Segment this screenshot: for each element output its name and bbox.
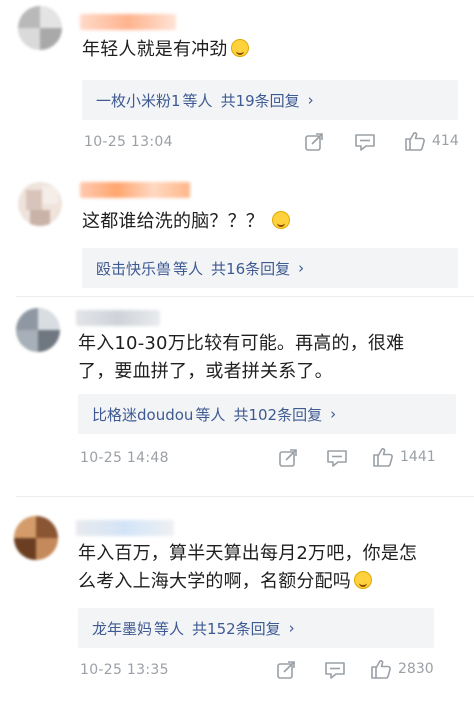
smile-emoji-icon [230,39,249,57]
comment-text: 年轻人就是有冲劲 [82,36,249,64]
like-count: 414 [432,133,459,149]
timestamp: 10-25 13:35 [80,662,169,678]
comment-text: 这都谁给洗的脑？？？ [82,208,290,236]
share-button[interactable] [276,660,296,680]
comment-item: 年轻人就是有冲劲 一枚小米粉1 等人 共19条回复 › 10-25 13:04 414 [0,0,474,166]
replies-preview[interactable]: 殴击快乐兽 等人 共16条回复 › [82,248,458,288]
share-button[interactable] [304,132,324,152]
divider [16,496,474,497]
timestamp: 10-25 14:48 [80,450,169,466]
comment-button[interactable] [324,660,346,680]
like-button[interactable]: 2830 [370,658,434,680]
username-blurred[interactable] [80,182,190,198]
share-icon [279,449,297,467]
replies-preview[interactable]: 龙年墨妈 等人 共152条回复 › [78,608,434,648]
comment-text: 年入10-30万比较有可能。再高的，很难 了，要血拼了，或者拼关系了。 [78,333,405,382]
comment-item: 年入10-30万比较有可能。再高的，很难 了，要血拼了，或者拼关系了。 比格迷d… [0,298,474,498]
chevron-right-icon: › [307,91,314,109]
share-icon [305,133,323,151]
timestamp: 10-25 13:04 [84,134,173,150]
laugh-cry-emoji-icon [272,211,290,229]
replies-preview[interactable]: 一枚小米粉1 等人 共19条回复 › [82,80,458,120]
avatar[interactable] [18,182,62,226]
divider [16,296,474,297]
chevron-right-icon: › [330,405,337,423]
like-count: 1441 [400,449,436,465]
avatar[interactable] [18,6,62,50]
comment-item: 年入百万，算半天算出每月2万吧，你是怎 么考入上海大学的啊，名额分配吗 龙年墨妈… [0,500,474,718]
username-blurred[interactable] [76,310,160,326]
chevron-right-icon: › [298,259,305,277]
username-blurred[interactable] [76,520,174,536]
replies-preview[interactable]: 比格迷doudou 等人 共102条回复 › [78,394,456,434]
comment-text: 年入百万，算半天算出每月2万吧，你是怎 么考入上海大学的啊，名额分配吗 [78,543,418,592]
thumbs-up-icon [371,660,391,679]
username-blurred[interactable] [80,14,176,30]
comment-button[interactable] [354,132,376,152]
share-button[interactable] [278,448,298,468]
comment-icon [355,134,375,151]
thumbs-up-icon [373,448,393,467]
like-button[interactable]: 414 [404,130,459,152]
comment-icon [327,450,347,467]
like-count: 2830 [398,661,434,677]
thumbs-up-icon [405,132,425,151]
comment-item: 这都谁给洗的脑？？？ 殴击快乐兽 等人 共16条回复 › [0,166,474,296]
chevron-right-icon: › [288,619,295,637]
laugh-cry-emoji-icon [354,571,372,589]
comment-icon [325,662,345,679]
comment-button[interactable] [326,448,348,468]
avatar[interactable] [16,308,60,352]
avatar[interactable] [14,516,58,560]
share-icon [277,661,295,679]
like-button[interactable]: 1441 [372,446,436,468]
